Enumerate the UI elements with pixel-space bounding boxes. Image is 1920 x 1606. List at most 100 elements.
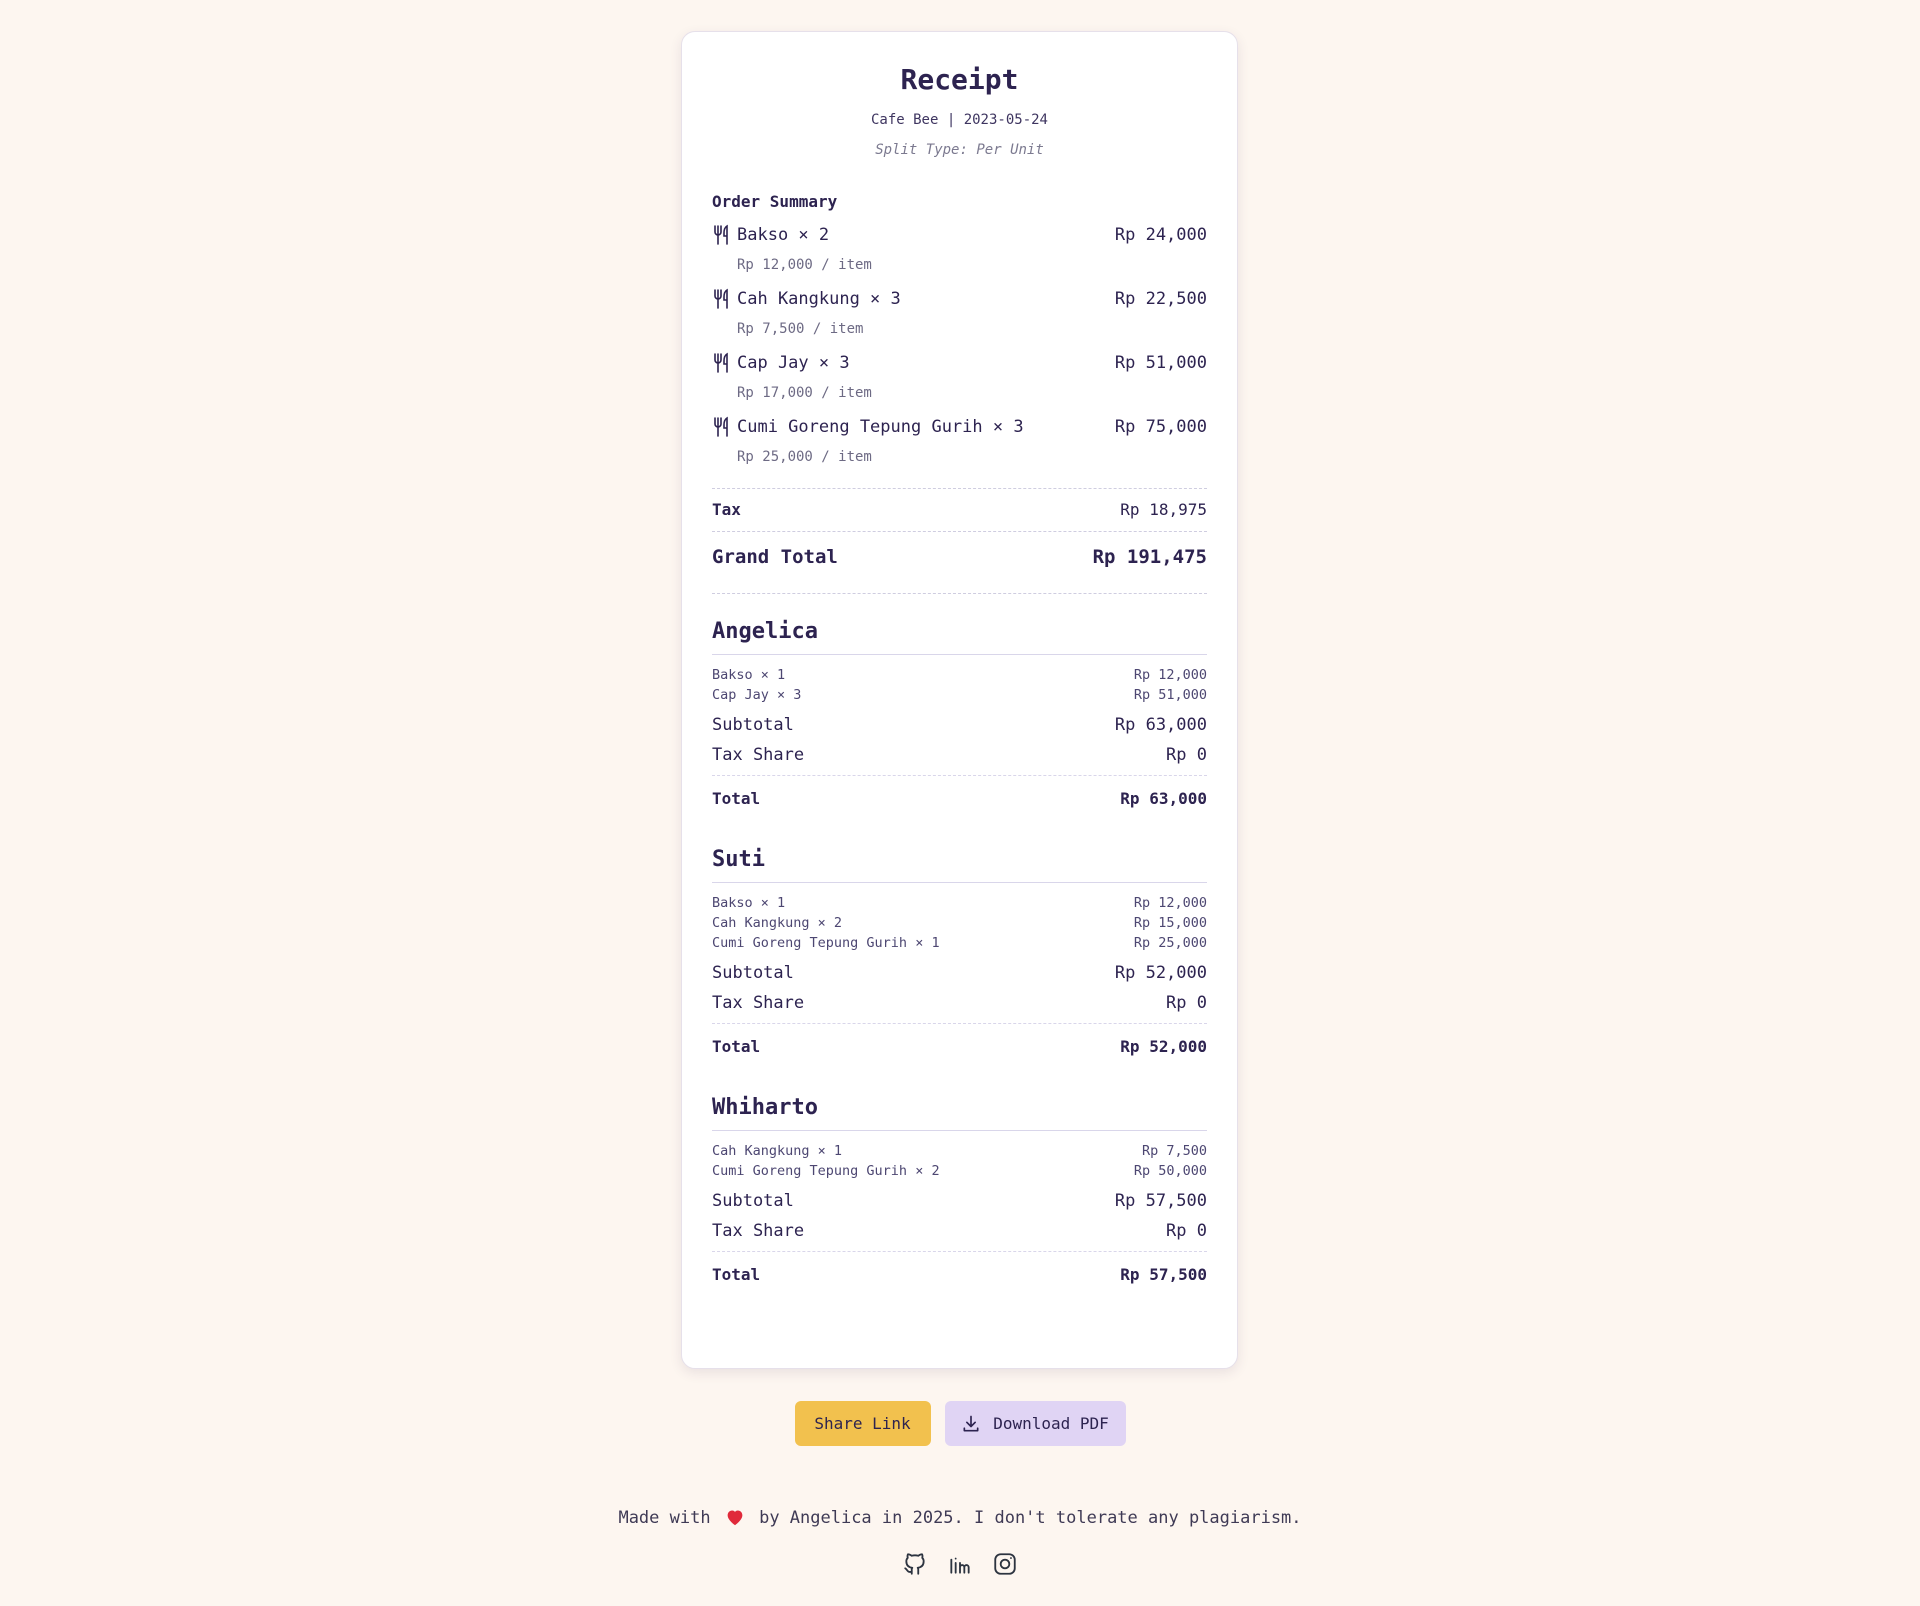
footer-text-after: by Angelica in 2025. I don't tolerate an… [759, 1508, 1302, 1528]
order-summary-label: Order Summary [712, 192, 838, 211]
person-item: Cumi Goreng Tepung Gurih × 1 Rp 25,000 [712, 933, 1207, 953]
person-section-whiharto: Whiharto Cah Kangkung × 1 Rp 7,500 Cumi … [712, 1094, 1207, 1286]
person-item-amount: Rp 25,000 [1133, 935, 1207, 951]
order-items: Bakso × 2 Rp 24,000 Rp 12,000 / item Cah… [712, 224, 1207, 466]
subtotal-value: Rp 63,000 [1114, 715, 1207, 735]
tax-share-row: Tax Share Rp 0 [712, 744, 1207, 776]
order-item-total: Rp 22,500 [1114, 289, 1207, 309]
fork-knife-icon [714, 224, 728, 245]
person-item-name: Cumi Goreng Tepung Gurih × 1 [712, 935, 940, 951]
order-item: Cah Kangkung × 3 Rp 22,500 [712, 288, 1207, 310]
person-items: Cah Kangkung × 1 Rp 7,500 Cumi Goreng Te… [712, 1131, 1207, 1181]
order-item-name: Bakso × 2 [737, 225, 830, 245]
person-section-angelica: Angelica Bakso × 1 Rp 12,000 Cap Jay × 3… [712, 618, 1207, 810]
person-total-row: Total Rp 57,500 [712, 1264, 1207, 1286]
person-total-value: Rp 57,500 [1120, 1265, 1207, 1284]
person-item-amount: Rp 50,000 [1133, 1163, 1207, 1179]
grand-total-row: Grand Total Rp 191,475 [712, 532, 1207, 593]
subtotal-value: Rp 52,000 [1114, 963, 1207, 983]
split-type: Split Type: Per Unit [875, 142, 1044, 158]
order-item-unit-price: Rp 17,000 / item [737, 385, 872, 401]
footer-text-before: Made with [618, 1508, 711, 1528]
person-items: Bakso × 1 Rp 12,000 Cah Kangkung × 2 Rp … [712, 883, 1207, 953]
tax-row: Tax Rp 18,975 [712, 489, 1207, 531]
tax-share-row: Tax Share Rp 0 [712, 992, 1207, 1024]
heart-icon [727, 1510, 743, 1526]
download-pdf-label: Download PDF [993, 1414, 1109, 1433]
subtotal-label: Subtotal [712, 1191, 794, 1211]
order-item-total: Rp 24,000 [1114, 225, 1207, 245]
person-item-name: Bakso × 1 [712, 895, 786, 911]
person-item-amount: Rp 51,000 [1133, 687, 1207, 703]
order-item-name: Cumi Goreng Tepung Gurih × 3 [737, 417, 1024, 437]
download-pdf-button[interactable]: Download PDF [944, 1401, 1126, 1446]
subtotal-label: Subtotal [712, 963, 794, 983]
person-total-label: Total [712, 1265, 761, 1284]
github-icon[interactable] [902, 1551, 928, 1577]
tax-value: Rp 18,975 [1120, 500, 1207, 519]
footer-text: Made with by Angelica in 2025. I don't t… [0, 1505, 1920, 1531]
order-item-unit-price: Rp 12,000 / item [737, 257, 872, 273]
subtotal-value: Rp 57,500 [1114, 1191, 1207, 1211]
person-item: Bakso × 1 Rp 12,000 [712, 665, 1207, 685]
order-item-unit-price: Rp 25,000 / item [737, 449, 872, 465]
person-name: Angelica [712, 618, 1207, 655]
download-icon [963, 1415, 979, 1431]
instagram-icon[interactable] [992, 1551, 1018, 1577]
tax-share-value: Rp 0 [1166, 1221, 1207, 1241]
fork-knife-icon [714, 288, 728, 309]
receipt-card: Receipt Cafe Bee | 2023-05-24 Split Type… [681, 31, 1238, 1369]
order-item: Cap Jay × 3 Rp 51,000 [712, 352, 1207, 374]
person-total-row: Total Rp 52,000 [712, 1036, 1207, 1058]
person-item-amount: Rp 12,000 [1133, 667, 1207, 683]
order-item: Cumi Goreng Tepung Gurih × 3 Rp 75,000 [712, 416, 1207, 438]
person-item-name: Cah Kangkung × 2 [712, 915, 843, 931]
person-item-name: Cap Jay × 3 [712, 687, 802, 703]
person-total-row: Total Rp 63,000 [712, 788, 1207, 810]
person-item-name: Bakso × 1 [712, 667, 786, 683]
action-bar: Share Link Download PDF [0, 1401, 1920, 1446]
grand-total-label: Grand Total [712, 546, 838, 568]
share-link-button[interactable]: Share Link [794, 1401, 931, 1446]
order-item-total: Rp 75,000 [1114, 417, 1207, 437]
receipt-meta: Cafe Bee | 2023-05-24 [870, 112, 1048, 128]
person-items: Bakso × 1 Rp 12,000 Cap Jay × 3 Rp 51,00… [712, 655, 1207, 705]
subtotal-label: Subtotal [712, 715, 794, 735]
tax-share-row: Tax Share Rp 0 [712, 1220, 1207, 1252]
order-item-unit-price: Rp 7,500 / item [737, 321, 864, 337]
subtotal-row: Subtotal Rp 57,500 [712, 1190, 1207, 1212]
person-item-amount: Rp 12,000 [1133, 895, 1207, 911]
tax-share-value: Rp 0 [1166, 993, 1207, 1013]
person-item-name: Cumi Goreng Tepung Gurih × 2 [712, 1163, 940, 1179]
person-item: Cah Kangkung × 2 Rp 15,000 [712, 913, 1207, 933]
person-name: Suti [712, 846, 1207, 883]
person-item: Cumi Goreng Tepung Gurih × 2 Rp 50,000 [712, 1161, 1207, 1181]
order-item: Bakso × 2 Rp 24,000 [712, 224, 1207, 246]
order-item-name: Cah Kangkung × 3 [737, 289, 901, 309]
person-item: Cah Kangkung × 1 Rp 7,500 [712, 1141, 1207, 1161]
person-item: Cap Jay × 3 Rp 51,000 [712, 685, 1207, 705]
person-item-amount: Rp 7,500 [1141, 1143, 1207, 1159]
person-item-name: Cah Kangkung × 1 [712, 1143, 843, 1159]
tax-share-value: Rp 0 [1166, 745, 1207, 765]
person-total-label: Total [712, 789, 761, 808]
person-name: Whiharto [712, 1094, 1207, 1131]
person-section-suti: Suti Bakso × 1 Rp 12,000 Cah Kangkung × … [712, 846, 1207, 1058]
tax-share-label: Tax Share [712, 1221, 805, 1241]
person-total-value: Rp 63,000 [1120, 789, 1207, 808]
order-item-total: Rp 51,000 [1114, 353, 1207, 373]
person-item: Bakso × 1 Rp 12,000 [712, 893, 1207, 913]
tax-label: Tax [712, 500, 741, 519]
subtotal-row: Subtotal Rp 63,000 [712, 714, 1207, 736]
social-links [0, 1551, 1920, 1577]
fork-knife-icon [714, 352, 728, 373]
order-item-name: Cap Jay × 3 [737, 353, 850, 373]
subtotal-row: Subtotal Rp 52,000 [712, 962, 1207, 984]
person-total-label: Total [712, 1037, 761, 1056]
fork-knife-icon [714, 416, 728, 437]
grand-total-value: Rp 191,475 [1092, 546, 1207, 568]
person-total-value: Rp 52,000 [1120, 1037, 1207, 1056]
linkedin-icon[interactable] [947, 1551, 973, 1577]
tax-share-label: Tax Share [712, 745, 805, 765]
divider [712, 593, 1207, 594]
